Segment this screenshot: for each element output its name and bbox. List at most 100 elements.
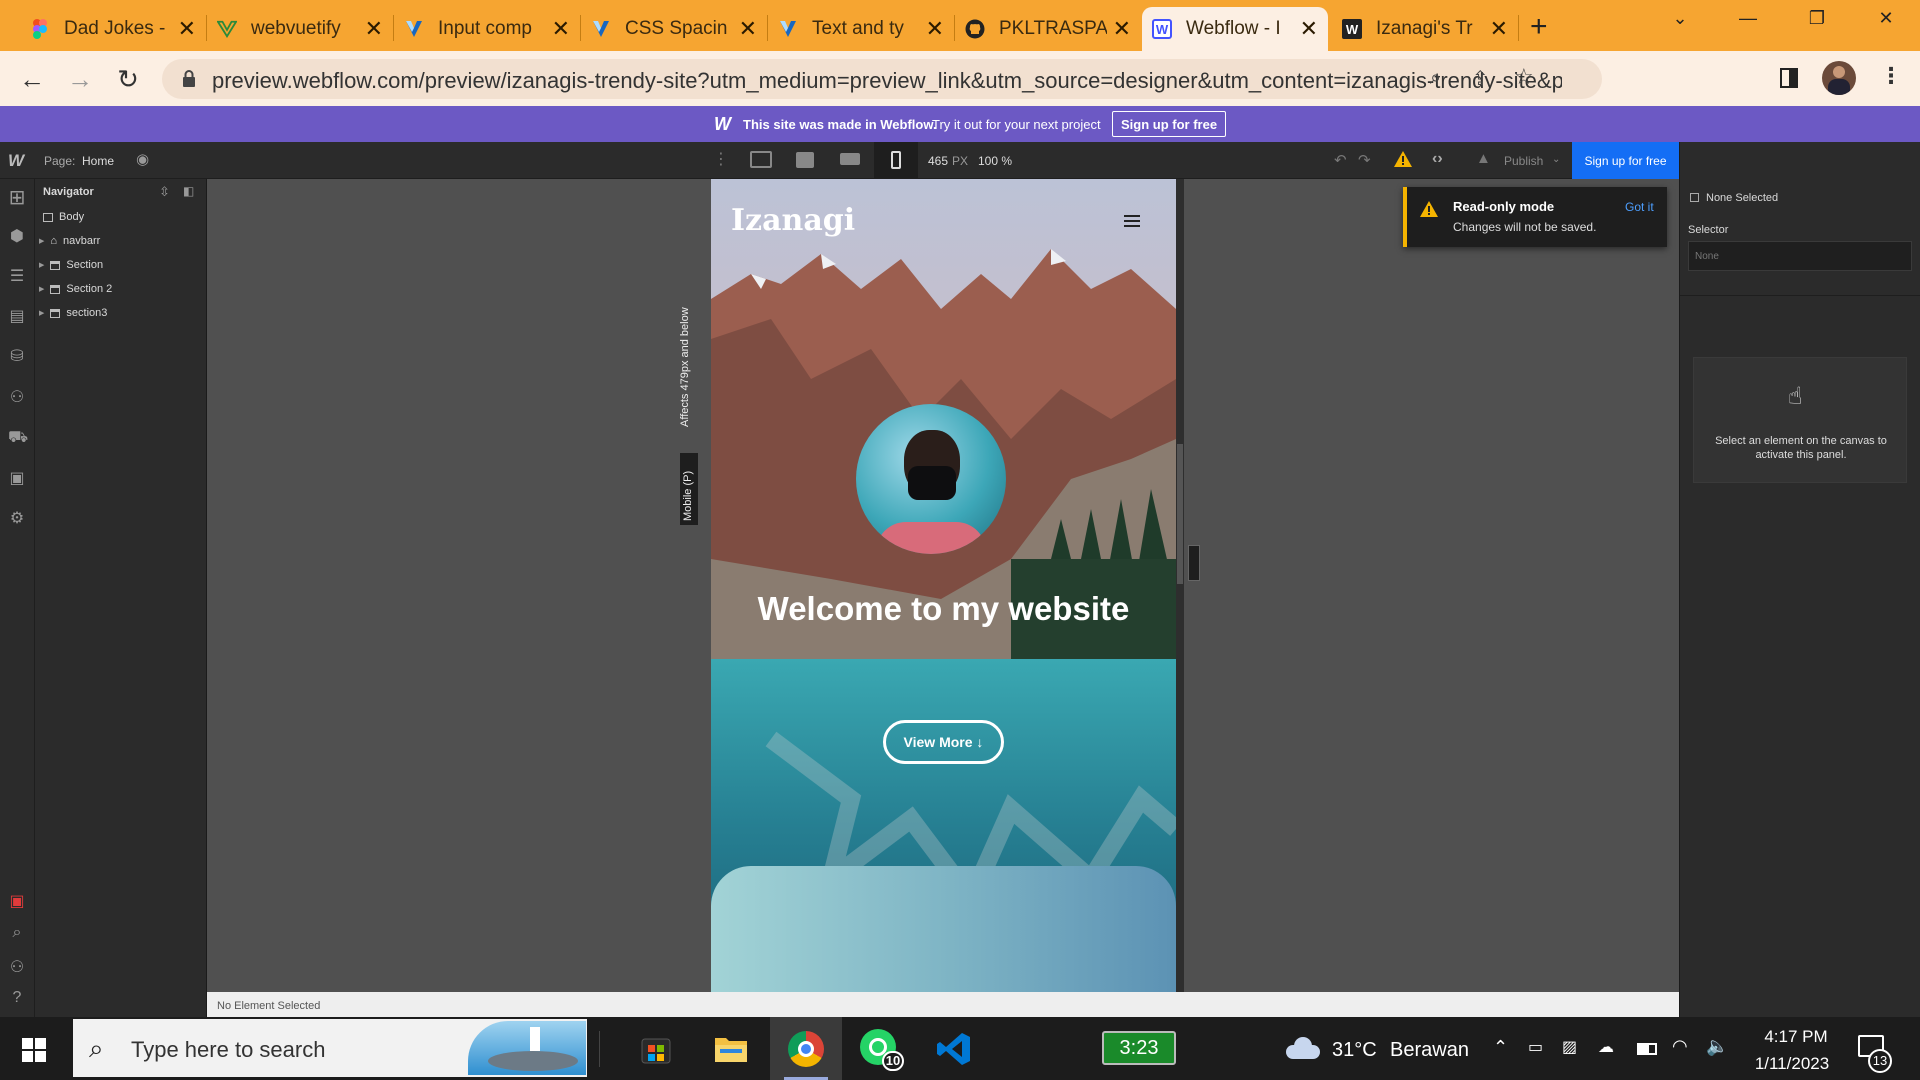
wifi-icon[interactable]: ◠ xyxy=(1672,1036,1688,1057)
checkbox-icon[interactable] xyxy=(1690,193,1699,202)
add-elements-icon[interactable]: ⊞ xyxy=(8,185,26,209)
taskbar-search-box[interactable]: ⌕ Type here to search xyxy=(73,1019,587,1077)
warning-icon[interactable] xyxy=(1393,150,1413,171)
view-more-button[interactable]: View More ↓ xyxy=(883,720,1004,764)
back-button[interactable]: ← xyxy=(14,63,50,95)
preview-eye-icon[interactable]: ◉ xyxy=(136,150,149,168)
scrollbar-thumb[interactable] xyxy=(1177,444,1183,584)
close-tab-icon[interactable]: ✕ xyxy=(1113,16,1131,42)
close-tab-icon[interactable]: ✕ xyxy=(739,16,757,42)
code-export-icon[interactable]: ‹› xyxy=(1432,150,1443,168)
browser-tab[interactable]: W Izanagi's Tr ✕ xyxy=(1332,7,1518,51)
browser-tab[interactable]: PKLTRASPA ✕ xyxy=(955,7,1141,51)
browser-tab[interactable]: CSS Spacin ✕ xyxy=(581,7,767,51)
navigator-item-body[interactable]: Body xyxy=(43,207,84,227)
battery-icon[interactable] xyxy=(1637,1043,1657,1055)
designer-signup-button[interactable]: Sign up for free xyxy=(1572,142,1679,179)
address-bar[interactable]: preview.webflow.com/preview/izanagis-tre… xyxy=(162,59,1602,99)
assets-icon[interactable]: ▣ xyxy=(8,468,26,487)
file-explorer-icon[interactable] xyxy=(714,1035,748,1068)
new-tab-button[interactable]: + xyxy=(1530,10,1548,44)
onedrive-offline-icon[interactable]: ☁ xyxy=(1598,1037,1614,1057)
bookmark-star-icon[interactable]: ☆ xyxy=(1514,64,1534,90)
redo-icon[interactable]: ↷ xyxy=(1358,151,1371,169)
close-tab-icon[interactable]: ✕ xyxy=(1300,16,1318,42)
caret-right-icon[interactable]: ▶ xyxy=(39,309,44,317)
whatsapp-icon[interactable]: 10 xyxy=(860,1029,904,1071)
cloud-weather-icon[interactable] xyxy=(1282,1035,1322,1061)
record-icon[interactable]: ▣ xyxy=(8,891,26,910)
publish-button[interactable]: Publish xyxy=(1504,154,1543,168)
browser-tab[interactable]: Dad Jokes - ✕ xyxy=(20,7,206,51)
clock-time[interactable]: 4:17 PM xyxy=(1756,1027,1836,1047)
browser-tab[interactable]: Text and ty ✕ xyxy=(768,7,954,51)
caret-right-icon[interactable]: ▶ xyxy=(39,285,44,293)
reload-button[interactable]: ↻ xyxy=(110,63,146,95)
minimize-button[interactable]: — xyxy=(1723,8,1773,38)
meet-now-icon[interactable]: ▭ xyxy=(1528,1037,1543,1057)
volume-icon[interactable]: 🔈 xyxy=(1706,1036,1728,1057)
microsoft-store-icon[interactable] xyxy=(640,1033,672,1070)
navigator-item-section-2[interactable]: ▶ Section 2 xyxy=(39,279,112,299)
lock-icon[interactable] xyxy=(182,70,196,93)
ecommerce-icon[interactable]: ⛟ xyxy=(8,428,28,446)
more-breakpoints-icon[interactable]: ⋮ xyxy=(713,149,729,169)
cms-icon[interactable]: ⛁ xyxy=(8,346,26,365)
display-alert-icon[interactable]: ▨ xyxy=(1562,1037,1577,1057)
forward-button[interactable]: → xyxy=(62,63,98,95)
profile-avatar[interactable] xyxy=(1822,61,1856,95)
vscode-icon[interactable] xyxy=(936,1031,972,1072)
weather-temp[interactable]: 31°C xyxy=(1332,1039,1377,1062)
hamburger-menu-icon[interactable] xyxy=(1124,215,1140,227)
site-preview[interactable]: Izanagi Welcome to my website View More … xyxy=(711,179,1176,992)
close-tab-icon[interactable]: ✕ xyxy=(552,16,570,42)
browser-menu-icon[interactable]: ⋮ xyxy=(1880,63,1902,89)
close-tab-icon[interactable]: ✕ xyxy=(178,16,196,42)
chevron-up-icon[interactable]: ⌃ xyxy=(1493,1037,1508,1058)
undo-icon[interactable]: ↶ xyxy=(1334,151,1347,169)
team-icon[interactable]: ⚇ xyxy=(8,957,26,976)
restore-button[interactable]: ❐ xyxy=(1792,8,1842,38)
navigator-item-navbarr[interactable]: ▶ ⌂ navbarr xyxy=(39,231,100,251)
browser-tab-active[interactable]: W Webflow - I ✕ xyxy=(1142,7,1328,51)
banner-signup-button[interactable]: Sign up for free xyxy=(1112,111,1227,137)
breakpoint-landscape-icon[interactable] xyxy=(840,153,860,165)
breakpoint-mobile-button[interactable] xyxy=(874,142,918,179)
tab-search-icon[interactable]: ⌄ xyxy=(1655,8,1705,38)
pages-icon[interactable]: ▤ xyxy=(8,306,26,325)
symbols-icon[interactable]: ⬢ xyxy=(8,226,26,245)
page-selector[interactable]: Home xyxy=(82,154,114,168)
weather-condition[interactable]: Berawan xyxy=(1390,1039,1469,1062)
toast-got-it-button[interactable]: Got it xyxy=(1625,200,1654,214)
canvas-resize-handle[interactable] xyxy=(1188,545,1200,581)
browser-tab[interactable]: webvuetify ✕ xyxy=(207,7,393,51)
side-panel-icon[interactable] xyxy=(1780,68,1798,88)
battery-timer-widget[interactable]: 3:23 xyxy=(1102,1031,1176,1065)
navigator-icon[interactable]: ☰ xyxy=(8,266,26,285)
navigator-item-section[interactable]: ▶ Section xyxy=(39,255,103,275)
settings-icon[interactable]: ⚙ xyxy=(8,508,26,527)
preview-scrollbar[interactable] xyxy=(1176,179,1184,992)
close-tab-icon[interactable]: ✕ xyxy=(365,16,383,42)
zoom-icon[interactable]: ⌕ xyxy=(1430,67,1441,90)
breakpoint-tablet-icon[interactable] xyxy=(796,152,814,168)
share-icon[interactable]: ⇪ xyxy=(1472,66,1489,91)
caret-right-icon[interactable]: ▶ xyxy=(39,237,44,245)
browser-tab[interactable]: Input comp ✕ xyxy=(394,7,580,51)
caret-right-icon[interactable]: ▶ xyxy=(39,261,44,269)
search-icon[interactable]: ⌕ xyxy=(8,924,26,942)
pin-panel-icon[interactable]: ◧ xyxy=(183,184,194,198)
chrome-taskbar-button[interactable] xyxy=(770,1017,842,1080)
webflow-menu-icon[interactable]: W xyxy=(8,151,24,171)
windows-start-icon[interactable] xyxy=(22,1038,46,1067)
close-window-button[interactable]: ✕ xyxy=(1861,8,1911,38)
close-tab-icon[interactable]: ✕ xyxy=(1490,16,1508,42)
breakpoint-desktop-icon[interactable] xyxy=(750,151,772,168)
site-brand[interactable]: Izanagi xyxy=(731,203,855,238)
expand-collapse-icon[interactable]: ⇳ xyxy=(159,184,170,200)
selector-input[interactable]: None xyxy=(1688,241,1912,271)
users-icon[interactable]: ⚇ xyxy=(8,387,26,406)
clock-date[interactable]: 1/11/2023 xyxy=(1742,1054,1842,1074)
navigator-item-section3[interactable]: ▶ section3 xyxy=(39,303,107,323)
help-icon[interactable]: ? xyxy=(8,989,26,1007)
